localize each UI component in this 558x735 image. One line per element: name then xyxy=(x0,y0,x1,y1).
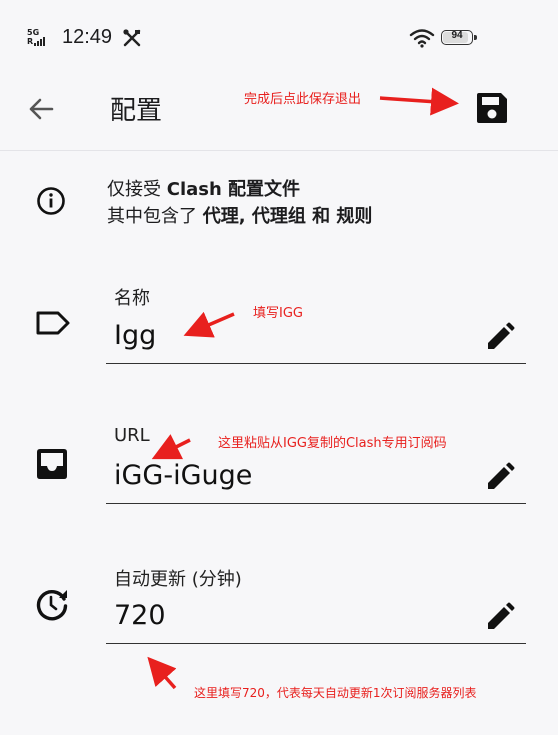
arrow-to-url xyxy=(151,434,191,460)
arrow-to-name xyxy=(183,311,235,338)
arrow-to-interval xyxy=(147,656,177,690)
arrow-to-save xyxy=(379,87,459,116)
annotation-arrows xyxy=(147,87,459,690)
